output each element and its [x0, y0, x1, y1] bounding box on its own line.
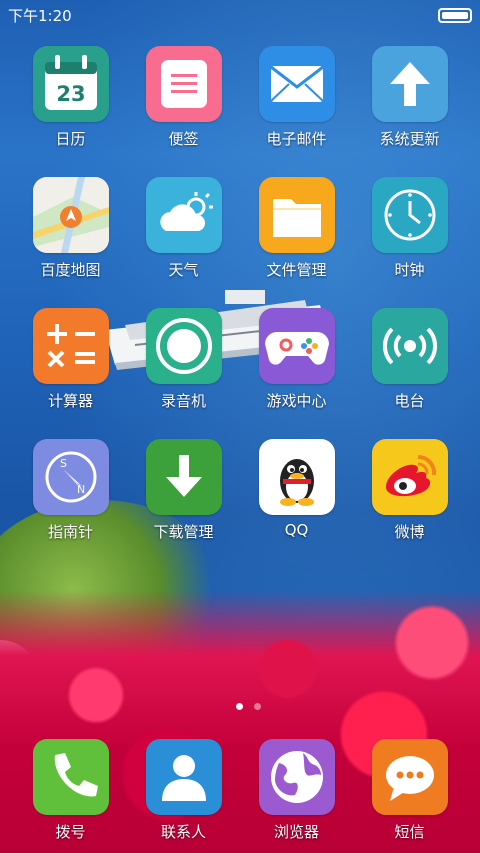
- gamepad-icon[interactable]: [258, 308, 335, 384]
- app-label: 拨号: [55, 823, 86, 841]
- app-label: 游戏中心: [266, 392, 327, 410]
- app-label: 联系人: [160, 823, 206, 841]
- weibo-icon[interactable]: [371, 439, 448, 515]
- app-radio[interactable]: 电台: [353, 308, 466, 411]
- radio-icon[interactable]: [371, 308, 448, 384]
- page-dot[interactable]: [254, 703, 261, 710]
- svg-text:S: S: [60, 457, 67, 470]
- app-mail[interactable]: 电子邮件: [240, 46, 353, 149]
- sms-icon[interactable]: [371, 739, 448, 815]
- app-update-arrow[interactable]: 系统更新: [353, 46, 466, 149]
- page-indicator: [0, 703, 480, 713]
- browser-globe-icon[interactable]: [258, 739, 335, 815]
- app-weibo[interactable]: 微博: [353, 439, 466, 542]
- app-phone[interactable]: 拨号: [14, 739, 127, 842]
- folder-icon[interactable]: [258, 177, 335, 253]
- status-bar: 下午1:20: [0, 0, 480, 28]
- app-calendar[interactable]: 23 日历: [14, 46, 127, 149]
- app-label: 电台: [394, 392, 425, 410]
- app-label: 天气: [168, 261, 199, 279]
- app-map[interactable]: 百度地图: [14, 177, 127, 280]
- app-label: 百度地图: [40, 261, 101, 279]
- app-sms[interactable]: 短信: [353, 739, 466, 842]
- app-qq-penguin[interactable]: QQ: [240, 439, 353, 539]
- app-browser-globe[interactable]: 浏览器: [240, 739, 353, 842]
- app-download[interactable]: 下载管理: [127, 439, 240, 542]
- app-gamepad[interactable]: 游戏中心: [240, 308, 353, 411]
- calculator-icon[interactable]: [32, 308, 109, 384]
- app-label: 下载管理: [153, 523, 214, 541]
- notes-icon[interactable]: [145, 46, 222, 122]
- status-time: 下午1:20: [8, 7, 72, 25]
- svg-text:23: 23: [56, 82, 85, 106]
- app-label: 系统更新: [379, 130, 440, 148]
- phone-icon[interactable]: [32, 739, 109, 815]
- page-dot[interactable]: [236, 703, 243, 710]
- app-weather[interactable]: 天气: [127, 177, 240, 280]
- recorder-icon[interactable]: [145, 308, 222, 384]
- weather-icon[interactable]: [145, 177, 222, 253]
- map-icon[interactable]: [32, 177, 109, 253]
- app-clock[interactable]: 时钟: [353, 177, 466, 280]
- app-compass[interactable]: S N 指南针: [14, 439, 127, 542]
- update-arrow-icon[interactable]: [371, 46, 448, 122]
- app-label: 日历: [55, 130, 86, 148]
- app-label: 短信: [394, 823, 425, 841]
- app-label: 微博: [394, 523, 425, 541]
- compass-icon[interactable]: SN: [32, 439, 109, 515]
- qq-penguin-icon[interactable]: [258, 439, 335, 515]
- mail-icon[interactable]: [258, 46, 335, 122]
- battery-icon: [438, 8, 472, 23]
- app-calculator[interactable]: 计算器: [14, 308, 127, 411]
- app-notes[interactable]: 便签: [127, 46, 240, 149]
- app-label: 便签: [168, 130, 199, 148]
- app-label: 录音机: [160, 392, 206, 410]
- app-label: 文件管理: [266, 261, 327, 279]
- download-icon[interactable]: [145, 439, 222, 515]
- app-label: 浏览器: [273, 823, 319, 841]
- app-label: 计算器: [47, 392, 93, 410]
- contacts-icon[interactable]: [145, 739, 222, 815]
- app-recorder[interactable]: 录音机: [127, 308, 240, 411]
- app-label: 时钟: [394, 261, 425, 279]
- svg-text:N: N: [77, 483, 85, 496]
- app-label: 指南针: [47, 523, 93, 541]
- app-contacts[interactable]: 联系人: [127, 739, 240, 842]
- app-folder[interactable]: 文件管理: [240, 177, 353, 280]
- calendar-icon[interactable]: 23: [32, 46, 109, 122]
- app-label: QQ: [284, 521, 309, 539]
- app-label: 电子邮件: [266, 130, 327, 148]
- clock-icon[interactable]: [371, 177, 448, 253]
